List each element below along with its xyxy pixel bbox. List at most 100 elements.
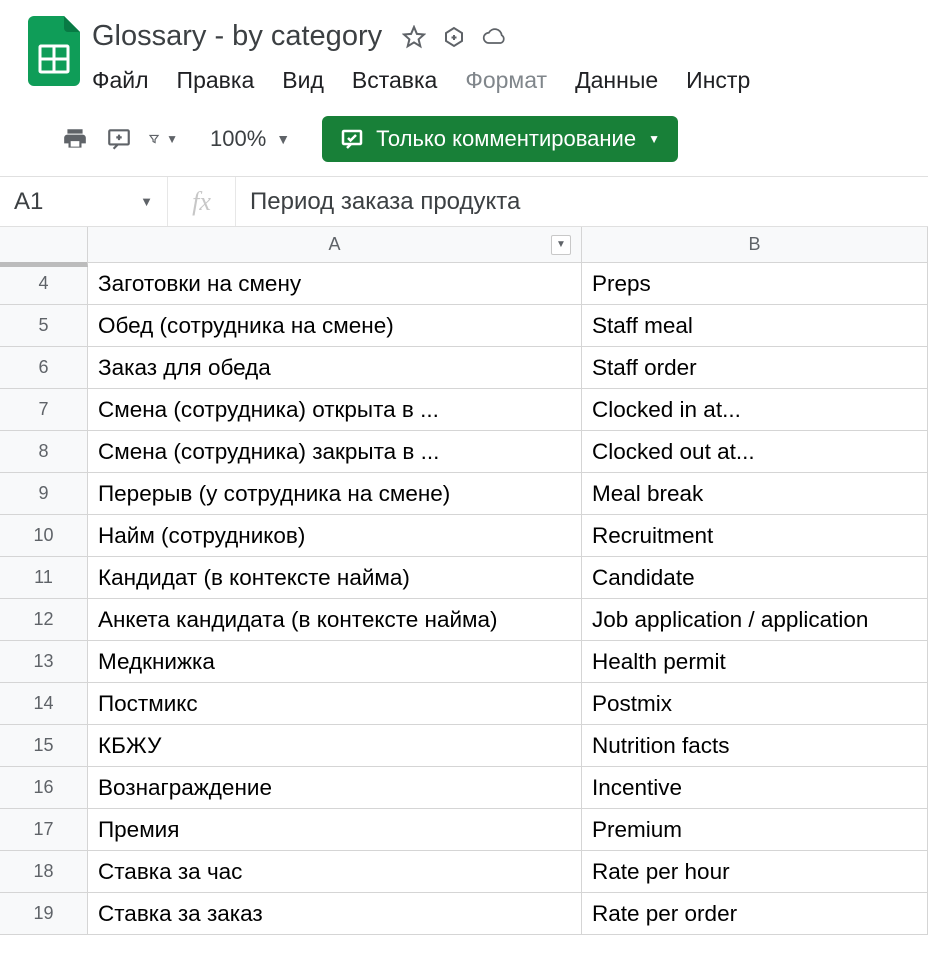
chevron-down-icon: ▼ [166, 132, 178, 146]
cell[interactable]: Вознаграждение [88, 767, 582, 808]
table-row: 4Заготовки на сменуPreps [0, 263, 928, 305]
title-row: Glossary - by category [92, 20, 928, 53]
table-row: 9Перерыв (у сотрудника на смене)Meal bre… [0, 473, 928, 515]
toolbar: ▼ 100% ▼ Только комментирование ▼ [0, 104, 928, 177]
cell[interactable]: Incentive [582, 767, 928, 808]
table-row: 19Ставка за заказRate per order [0, 893, 928, 935]
cell[interactable]: Смена (сотрудника) закрыта в ... [88, 431, 582, 472]
menu-format[interactable]: Формат [465, 67, 547, 94]
row-header[interactable]: 12 [0, 599, 88, 640]
filter-dropdown[interactable]: ▼ [148, 124, 178, 154]
select-all-corner[interactable] [0, 227, 88, 267]
menu-data[interactable]: Данные [575, 67, 658, 94]
cell[interactable]: Candidate [582, 557, 928, 598]
cell[interactable]: КБЖУ [88, 725, 582, 766]
row-header[interactable]: 11 [0, 557, 88, 598]
table-row: 7Смена (сотрудника) открыта в ...Clocked… [0, 389, 928, 431]
menu-tools[interactable]: Инстр [686, 67, 750, 94]
cell[interactable]: Preps [582, 263, 928, 304]
table-row: 5Обед (сотрудника на смене)Staff meal [0, 305, 928, 347]
row-header[interactable]: 17 [0, 809, 88, 850]
cell[interactable]: Health permit [582, 641, 928, 682]
name-box[interactable]: A1 ▼ [0, 177, 168, 226]
chevron-down-icon: ▼ [140, 194, 153, 209]
spreadsheet-grid: A ▼ B 4Заготовки на сменуPreps5Обед (сот… [0, 227, 928, 935]
sheets-logo[interactable] [28, 16, 80, 86]
cell[interactable]: Job application / application [582, 599, 928, 640]
table-row: 14ПостмиксPostmix [0, 683, 928, 725]
menu-file[interactable]: Файл [92, 67, 149, 94]
table-row: 11Кандидат (в контексте найма)Candidate [0, 557, 928, 599]
add-comment-icon[interactable] [104, 124, 134, 154]
cell[interactable]: Rate per hour [582, 851, 928, 892]
row-header[interactable]: 19 [0, 893, 88, 934]
menu-insert[interactable]: Вставка [352, 67, 438, 94]
zoom-dropdown[interactable]: 100% ▼ [210, 126, 290, 152]
cell[interactable]: Recruitment [582, 515, 928, 556]
menubar: Файл Правка Вид Вставка Формат Данные Ин… [92, 67, 928, 94]
formula-input[interactable]: Период заказа продукта [236, 177, 928, 226]
cell[interactable]: Ставка за час [88, 851, 582, 892]
row-header[interactable]: 8 [0, 431, 88, 472]
cell[interactable]: Staff order [582, 347, 928, 388]
cell[interactable]: Clocked out at... [582, 431, 928, 472]
column-header-a[interactable]: A ▼ [88, 227, 582, 262]
zoom-value: 100% [210, 126, 266, 152]
cell[interactable]: Премия [88, 809, 582, 850]
cloud-status-icon[interactable] [482, 25, 506, 49]
move-icon[interactable] [442, 25, 466, 49]
table-row: 12Анкета кандидата (в контексте найма)Jo… [0, 599, 928, 641]
cell[interactable]: Rate per order [582, 893, 928, 934]
chevron-down-icon: ▼ [276, 131, 290, 147]
cell[interactable]: Staff meal [582, 305, 928, 346]
row-header[interactable]: 10 [0, 515, 88, 556]
header: Glossary - by category [0, 0, 928, 94]
row-header[interactable]: 14 [0, 683, 88, 724]
cell[interactable]: Обед (сотрудника на смене) [88, 305, 582, 346]
cell[interactable]: Заготовки на смену [88, 263, 582, 304]
chevron-down-icon: ▼ [648, 132, 660, 146]
table-row: 15КБЖУNutrition facts [0, 725, 928, 767]
row-header[interactable]: 9 [0, 473, 88, 514]
table-row: 17ПремияPremium [0, 809, 928, 851]
title-area: Glossary - by category [92, 8, 928, 94]
row-header[interactable]: 15 [0, 725, 88, 766]
comment-only-label: Только комментирование [376, 126, 636, 152]
formula-bar: A1 ▼ fx Период заказа продукта [0, 177, 928, 227]
cell[interactable]: Meal break [582, 473, 928, 514]
fx-label: fx [168, 177, 236, 226]
cell[interactable]: Postmix [582, 683, 928, 724]
cell[interactable]: Premium [582, 809, 928, 850]
cell[interactable]: Заказ для обеда [88, 347, 582, 388]
row-header[interactable]: 18 [0, 851, 88, 892]
cell[interactable]: Медкнижка [88, 641, 582, 682]
table-row: 8Смена (сотрудника) закрыта в ...Clocked… [0, 431, 928, 473]
cell[interactable]: Перерыв (у сотрудника на смене) [88, 473, 582, 514]
cell[interactable]: Clocked in at... [582, 389, 928, 430]
print-icon[interactable] [60, 124, 90, 154]
cell[interactable]: Nutrition facts [582, 725, 928, 766]
document-title[interactable]: Glossary - by category [92, 20, 382, 53]
row-header[interactable]: 13 [0, 641, 88, 682]
column-filter-icon[interactable]: ▼ [551, 235, 571, 255]
grid-body: 4Заготовки на сменуPreps5Обед (сотрудник… [0, 263, 928, 935]
cell[interactable]: Кандидат (в контексте найма) [88, 557, 582, 598]
row-header[interactable]: 7 [0, 389, 88, 430]
star-icon[interactable] [402, 25, 426, 49]
row-header[interactable]: 16 [0, 767, 88, 808]
cell[interactable]: Анкета кандидата (в контексте найма) [88, 599, 582, 640]
column-header-b[interactable]: B [582, 227, 928, 262]
cell[interactable]: Смена (сотрудника) открыта в ... [88, 389, 582, 430]
row-header[interactable]: 5 [0, 305, 88, 346]
row-header[interactable]: 4 [0, 263, 88, 304]
row-header[interactable]: 6 [0, 347, 88, 388]
cell[interactable]: Постмикс [88, 683, 582, 724]
cell[interactable]: Ставка за заказ [88, 893, 582, 934]
table-row: 16ВознаграждениеIncentive [0, 767, 928, 809]
menu-view[interactable]: Вид [282, 67, 324, 94]
table-row: 13МедкнижкаHealth permit [0, 641, 928, 683]
table-row: 6Заказ для обедаStaff order [0, 347, 928, 389]
menu-edit[interactable]: Правка [177, 67, 255, 94]
comment-only-button[interactable]: Только комментирование ▼ [322, 116, 678, 162]
cell[interactable]: Найм (сотрудников) [88, 515, 582, 556]
